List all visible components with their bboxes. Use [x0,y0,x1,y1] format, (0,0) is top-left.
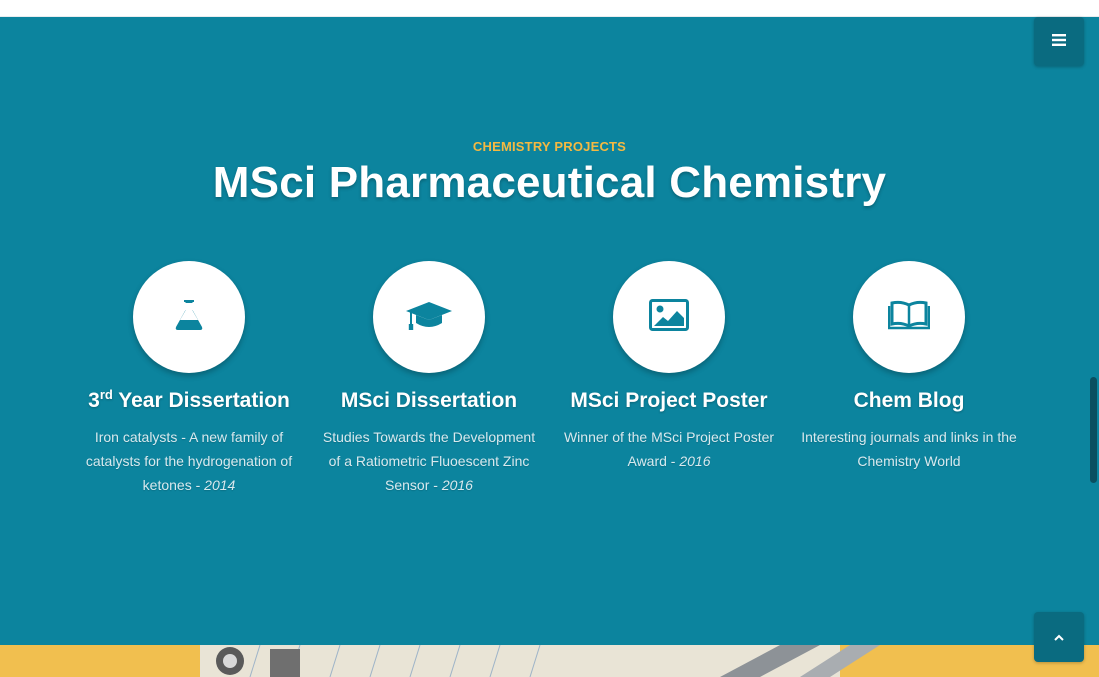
scrollbar-thumb[interactable] [1090,377,1097,483]
project-item-msci-poster: MSci Project Poster Winner of the MSci P… [549,261,789,473]
project-item-3rd-year: 3rd Year Dissertation Iron catalysts - A… [69,261,309,497]
project-title: MSci Dissertation [340,389,518,412]
section-title: MSci Pharmaceutical Chemistry [212,158,887,207]
project-icon-circle[interactable] [373,261,485,373]
project-description: Studies Towards the Development of a Rat… [322,429,536,493]
project-title: 3rd Year Dissertation [88,387,290,412]
hamburger-icon [1052,33,1066,51]
project-title: MSci Project Poster [570,389,768,412]
flask-icon [174,298,204,337]
scroll-to-top-button[interactable] [1034,612,1084,662]
project-title: Chem Blog [853,389,965,412]
project-item-chem-blog: Chem Blog Interesting journals and links… [789,261,1029,473]
project-description: Winner of the MSci Project Poster Award … [563,429,775,469]
menu-toggle-button[interactable] [1034,17,1084,66]
project-description: Interesting journals and links in the Ch… [801,429,1017,469]
project-icon-circle[interactable] [613,261,725,373]
next-section-background-image [0,645,1099,677]
project-description: Iron catalysts - A new family of catalys… [85,429,293,493]
image-icon [649,298,689,336]
chevron-up-icon [1054,628,1064,646]
book-icon [887,300,931,335]
project-item-msci-dissertation: MSci Dissertation Studies Towards the De… [309,261,549,497]
project-icon-circle[interactable] [853,261,965,373]
section-kicker: CHEMISTRY PROJECTS [472,139,627,154]
top-navbar-strip [0,0,1099,17]
project-icon-circle[interactable] [133,261,245,373]
graduation-cap-icon [405,298,453,337]
